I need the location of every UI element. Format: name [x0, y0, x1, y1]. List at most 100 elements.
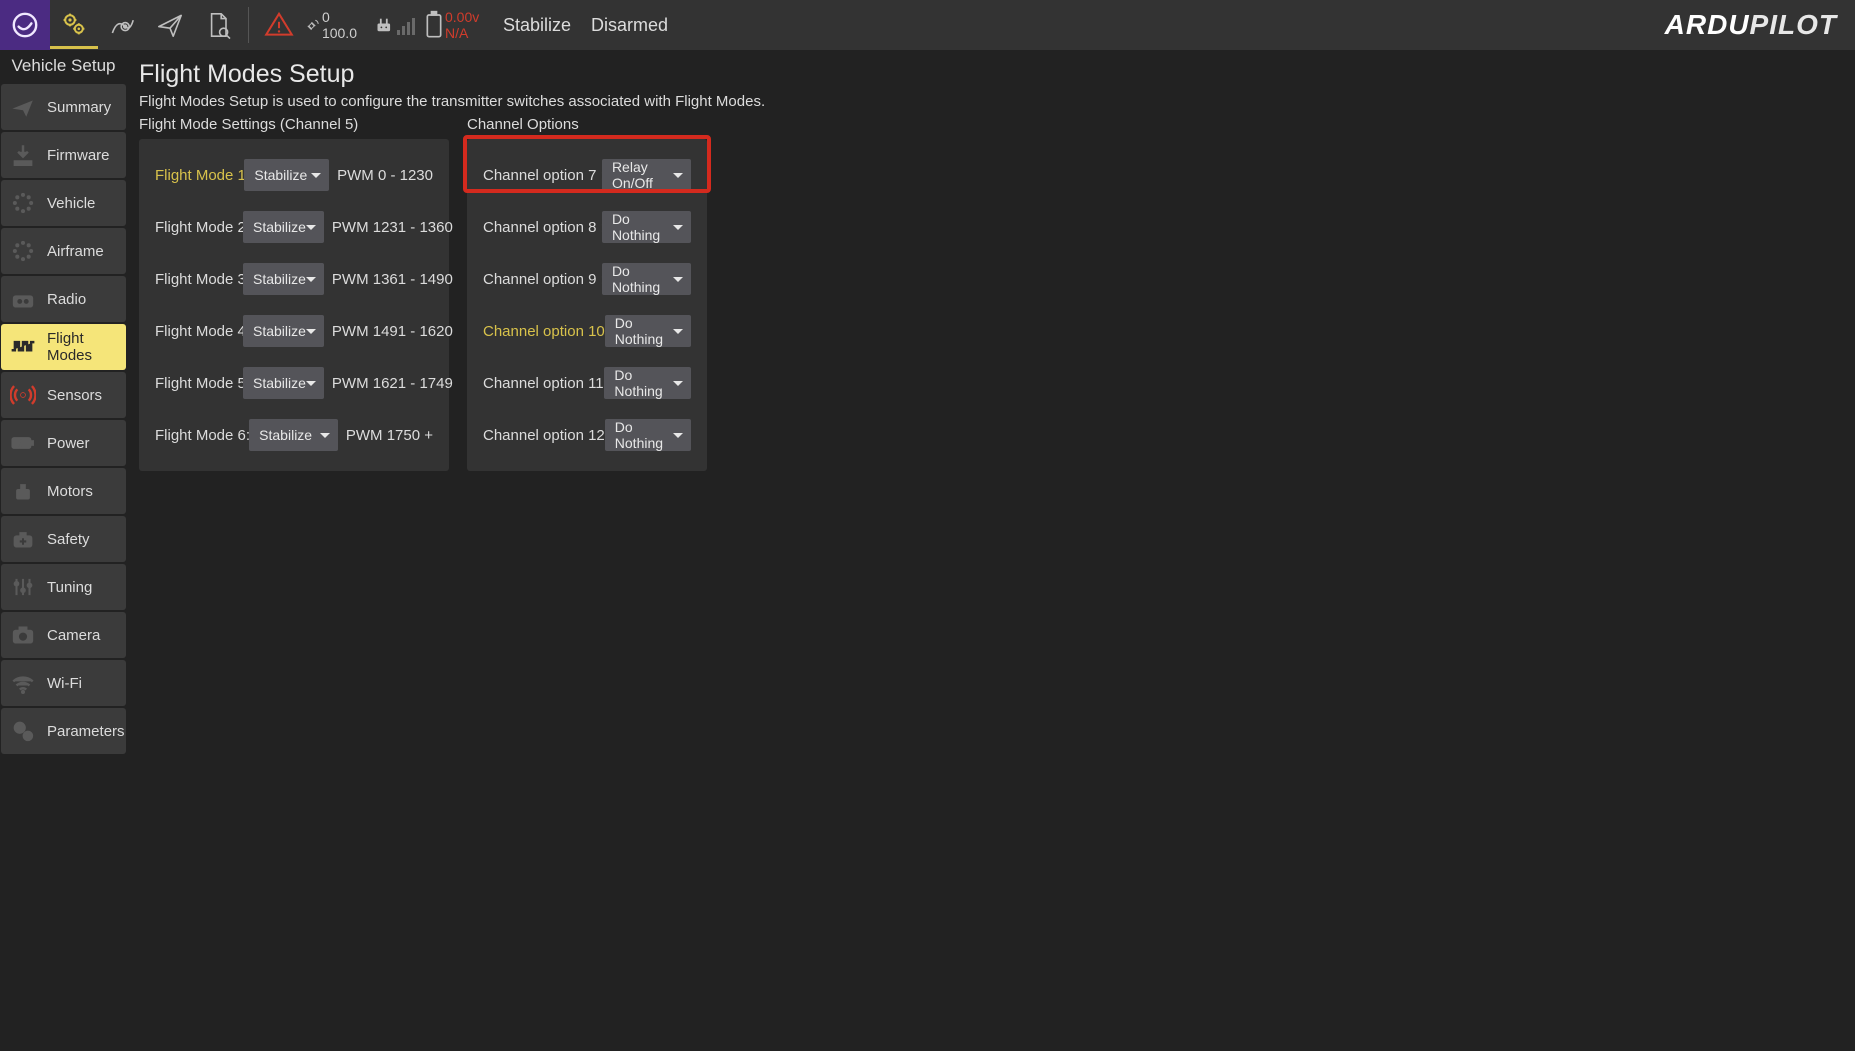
- rc-signal-button[interactable]: [365, 1, 423, 49]
- chevron-down-icon: [306, 277, 316, 282]
- flight-mode-value: Stabilize: [259, 427, 312, 443]
- page-description: Flight Modes Setup is used to configure …: [139, 93, 1843, 110]
- flight-mode-value: Stabilize: [254, 167, 307, 183]
- channel-option-label: Channel option 9 :: [483, 271, 594, 288]
- sidebar-item-label: Airframe: [47, 243, 104, 260]
- flight-mode-pwm: PWM 1231 - 1360: [332, 219, 453, 236]
- channel-option-label: Channel option 7 :: [483, 167, 594, 184]
- sidebar: Vehicle Setup Summary Firmware Vehicle A…: [0, 50, 127, 1051]
- sidebar-item-power[interactable]: Power: [1, 420, 126, 466]
- flight-mode-value: Stabilize: [253, 271, 306, 287]
- sidebar-item-label: Power: [47, 435, 90, 452]
- channel-options-column: Channel Options Channel option 7 :Relay …: [467, 116, 707, 471]
- app-logo-button[interactable]: [0, 0, 50, 50]
- sidebar-item-summary[interactable]: Summary: [1, 84, 126, 130]
- sidebar-item-vehicle[interactable]: Vehicle: [1, 180, 126, 226]
- flight-mode-label: Flight Mode 1:: [155, 167, 236, 184]
- sidebar-item-camera[interactable]: Camera: [1, 612, 126, 658]
- flight-mode-select[interactable]: Stabilize: [243, 315, 324, 347]
- flight-mode-row: Flight Mode 4:StabilizePWM 1491 - 1620: [155, 315, 433, 347]
- sidebar-item-wifi[interactable]: Wi-Fi: [1, 660, 126, 706]
- sidebar-item-flight-modes[interactable]: Flight Modes: [1, 324, 126, 370]
- sidebar-item-label: Radio: [47, 291, 86, 308]
- gps-text: 0 100.0: [322, 9, 365, 41]
- channel-option-select[interactable]: Do Nothing: [602, 211, 691, 243]
- sliders-icon: [9, 573, 37, 601]
- sidebar-item-parameters[interactable]: Parameters: [1, 708, 126, 754]
- brand-right: PILOT: [1750, 9, 1837, 40]
- gps-sat-count: 0: [322, 9, 357, 25]
- camera-icon: [9, 621, 37, 649]
- channel-option-label: Channel option 12 :: [483, 427, 597, 444]
- flight-mode-label: Flight Mode 4:: [155, 323, 235, 340]
- flight-mode-settings-column: Flight Mode Settings (Channel 5) Flight …: [139, 116, 449, 471]
- chevron-down-icon: [311, 173, 321, 178]
- flight-mode-row: Flight Mode 6:StabilizePWM 1750 +: [155, 419, 433, 451]
- flight-mode-select[interactable]: Stabilize: [244, 159, 329, 191]
- analyze-view-button[interactable]: [194, 1, 242, 49]
- flight-mode-settings-panel: Flight Mode 1:StabilizePWM 0 - 1230Fligh…: [139, 139, 449, 471]
- channel-options-wrap: Channel option 7 :Relay On/OffChannel op…: [467, 139, 707, 471]
- flight-mode-value: Stabilize: [253, 375, 306, 391]
- chevron-down-icon: [673, 329, 683, 334]
- document-icon: [202, 9, 234, 41]
- flight-mode-select[interactable]: Stabilize: [243, 211, 324, 243]
- channel-option-select[interactable]: Do Nothing: [605, 315, 691, 347]
- flight-mode-pwm: PWM 1491 - 1620: [332, 323, 453, 340]
- waypoint-icon: [106, 9, 138, 41]
- arm-status[interactable]: Disarmed: [581, 15, 678, 36]
- sidebar-item-radio[interactable]: Radio: [1, 276, 126, 322]
- chevron-down-icon: [673, 225, 683, 230]
- flight-mode-label: Flight Mode 3:: [155, 271, 235, 288]
- paper-plane-icon: [154, 9, 186, 41]
- flight-mode-select[interactable]: Stabilize: [249, 419, 338, 451]
- sidebar-item-label: Flight Modes: [47, 330, 126, 364]
- sidebar-item-label: Wi-Fi: [47, 675, 82, 692]
- battery-text: 0.00v N/A: [445, 9, 487, 41]
- channel-option-select[interactable]: Do Nothing: [604, 367, 691, 399]
- medkit-icon: [9, 525, 37, 553]
- sidebar-item-safety[interactable]: Safety: [1, 516, 126, 562]
- plan-view-button[interactable]: [98, 1, 146, 49]
- broadcast-icon: [9, 381, 37, 409]
- channel-option-select[interactable]: Do Nothing: [605, 419, 691, 451]
- flight-mode-value: Stabilize: [253, 323, 306, 339]
- sections: Flight Mode Settings (Channel 5) Flight …: [139, 116, 1843, 471]
- flight-mode-select[interactable]: Stabilize: [243, 263, 324, 295]
- channel-option-row: Channel option 7 : Relay On/Off: [483, 159, 691, 191]
- flight-mode-label: Flight Mode 5:: [155, 375, 235, 392]
- messages-button[interactable]: [255, 1, 303, 49]
- battery-na: N/A: [445, 25, 479, 41]
- battery-icon: [423, 10, 445, 40]
- motor-icon: [9, 477, 37, 505]
- sidebar-item-label: Parameters: [47, 723, 125, 740]
- channel-option-select[interactable]: Do Nothing: [602, 263, 691, 295]
- gps-status-button[interactable]: 0 100.0: [303, 1, 365, 49]
- wifi-icon: [9, 669, 37, 697]
- vehicle-setup-button[interactable]: [50, 1, 98, 49]
- channel-options-panel: Channel option 7 :Relay On/OffChannel op…: [467, 139, 707, 471]
- chevron-down-icon: [673, 173, 683, 178]
- sidebar-item-firmware[interactable]: Firmware: [1, 132, 126, 178]
- channel-option-value: Do Nothing: [614, 367, 673, 399]
- channel-option-label: Channel option 11 :: [483, 375, 596, 392]
- sidebar-item-motors[interactable]: Motors: [1, 468, 126, 514]
- sidebar-item-tuning[interactable]: Tuning: [1, 564, 126, 610]
- chevron-down-icon: [673, 277, 683, 282]
- flight-mode-label: Flight Mode 2:: [155, 219, 235, 236]
- fly-view-button[interactable]: [146, 1, 194, 49]
- qgc-logo-icon: [9, 9, 41, 41]
- flight-mode-status[interactable]: Stabilize: [493, 15, 581, 36]
- flight-mode-select[interactable]: Stabilize: [243, 367, 324, 399]
- battery-status-button[interactable]: 0.00v N/A: [423, 1, 493, 49]
- channel-option-row: Channel option 10 :Do Nothing: [483, 315, 691, 347]
- sidebar-item-label: Camera: [47, 627, 100, 644]
- channel-option-row: Channel option 9 : Do Nothing: [483, 263, 691, 295]
- sidebar-item-label: Tuning: [47, 579, 92, 596]
- sidebar-item-label: Sensors: [47, 387, 102, 404]
- rc-remote-icon: [373, 13, 397, 37]
- sidebar-item-airframe[interactable]: Airframe: [1, 228, 126, 274]
- sidebar-item-sensors[interactable]: Sensors: [1, 372, 126, 418]
- radio-icon: [9, 285, 37, 313]
- channel-option-select[interactable]: Relay On/Off: [602, 159, 691, 191]
